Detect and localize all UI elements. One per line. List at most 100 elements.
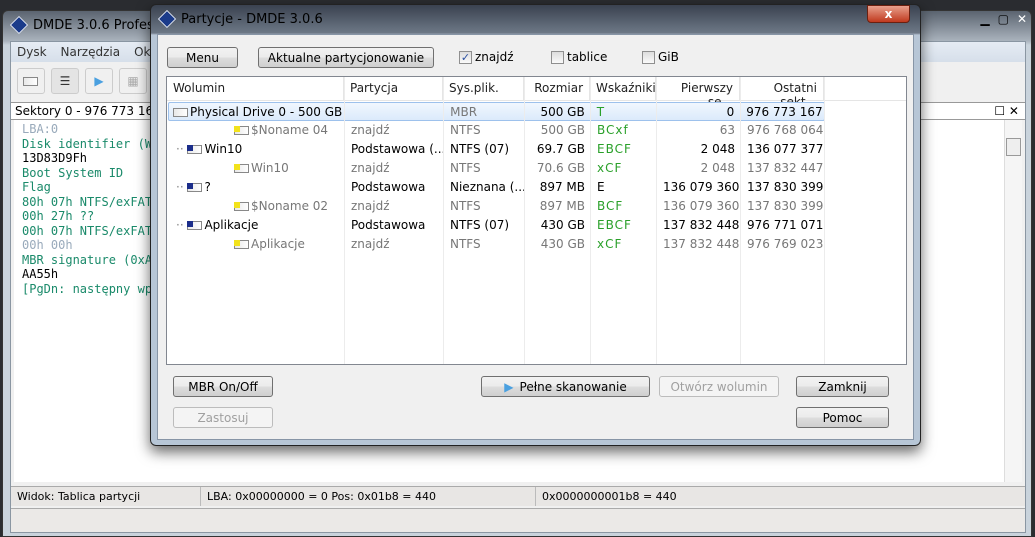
cell-flags: xCF: [597, 237, 623, 251]
cell-flags: EBCF: [597, 218, 632, 232]
volume-icon: [187, 183, 203, 192]
volume-name: Win10: [204, 142, 243, 156]
tree-line: ··: [176, 142, 188, 156]
dmde-app-icon: [157, 9, 177, 29]
open-volume-button[interactable]: Otwórz wolumin: [659, 376, 779, 397]
checkbox-box[interactable]: [642, 50, 655, 64]
menu-narzedzia[interactable]: Narzędzia: [61, 45, 121, 59]
maximize-button[interactable]: ▢: [998, 12, 1009, 26]
volume-name: $Noname 04: [251, 123, 329, 137]
dialog-close-button[interactable]: x: [867, 5, 910, 23]
checkbox-znajdz[interactable]: ✓ znajdź: [459, 50, 514, 64]
cell-name: Win10: [168, 159, 345, 178]
cell-first: 136 079 360: [663, 199, 740, 213]
volume-name: $Noname 02: [251, 199, 329, 213]
cell-size: 897 MB: [539, 180, 585, 194]
cell-part: znajdź: [351, 237, 390, 251]
cell-last: 137 830 399: [747, 180, 824, 194]
cell-last: 137 830 399: [747, 199, 824, 213]
new-document-icon[interactable]: ▦: [119, 68, 147, 94]
table-row[interactable]: $Noname 02 znajdź NTFS 897 MB BCF 136 079 360…: [168, 197, 825, 216]
menu-dysk[interactable]: Dysk: [17, 45, 47, 59]
checkbox-gib[interactable]: GiB: [642, 50, 679, 64]
dialog-title-bar: Partycje - DMDE 3.0.6: [157, 9, 323, 29]
cell-name: ·· Win10: [168, 140, 345, 159]
cell-fs: NTFS: [450, 237, 481, 251]
volume-name: Aplikacje: [204, 218, 259, 232]
cell-name: Aplikacje: [168, 235, 345, 254]
checkbox-label: znajdź: [475, 50, 514, 64]
checkbox-label: GiB: [658, 50, 679, 64]
cell-flags: BCF: [597, 199, 624, 213]
volume-icon: [234, 202, 249, 211]
partition-list[interactable]: Wolumin Partycja Sys.plik. Rozmiar Wskaźniki…: [166, 76, 907, 365]
table-row[interactable]: ·· Win10 Podstawowa (... NTFS (07) 69.7 GB E…: [168, 140, 825, 159]
cell-first: 137 832 448: [663, 218, 740, 232]
cell-flags: E: [597, 180, 606, 194]
checkbox-box[interactable]: ✓: [459, 50, 472, 64]
volume-name: Aplikacje: [251, 237, 305, 251]
cell-fs: NTFS: [450, 199, 481, 213]
apply-button[interactable]: Zastosuj: [173, 407, 273, 428]
column-header[interactable]: Rozmiar: [524, 77, 590, 100]
vertical-scrollbar[interactable]: [1004, 120, 1022, 482]
help-button[interactable]: Pomoc: [796, 407, 889, 428]
cell-last: 976 768 064: [747, 123, 824, 137]
table-row[interactable]: Physical Drive 0 - 500 GB - ... MBR 500 GB…: [168, 102, 825, 121]
full-scan-button[interactable]: ▶ Pełne skanowanie: [481, 376, 650, 397]
cell-flags: xCF: [597, 161, 623, 175]
cell-fs: NTFS: [450, 161, 481, 175]
status-offset: 0x0000000001b8 = 440: [542, 490, 677, 503]
current-partitioning-button[interactable]: Aktualne partycjonowanie: [258, 47, 434, 68]
cell-flags: EBCF: [597, 142, 632, 156]
column-header[interactable]: Pierwszy se...: [656, 77, 740, 109]
checkbox-box[interactable]: [551, 50, 564, 64]
column-divider: [656, 77, 657, 364]
cell-last: 976 771 071: [747, 218, 824, 232]
cell-part: znajdź: [351, 161, 390, 175]
cell-first: 136 079 360: [663, 180, 740, 194]
column-divider: [524, 77, 525, 364]
pane-controls-icon[interactable]: ☐ ✕: [994, 104, 1019, 118]
minimize-button[interactable]: ▁: [980, 12, 989, 26]
table-row[interactable]: Win10 znajdź NTFS 70.6 GB xCF 2 048 137 832 44…: [168, 159, 825, 178]
volume-icon: [187, 221, 203, 230]
column-header[interactable]: Wolumin: [167, 77, 344, 100]
cell-size: 500 GB: [540, 105, 585, 119]
column-header[interactable]: Partycja: [344, 77, 443, 100]
partitions-icon[interactable]: ☰: [51, 68, 79, 94]
scroll-thumb[interactable]: [1006, 138, 1021, 156]
cell-size: 69.7 GB: [536, 142, 585, 156]
volume-name: ?: [204, 180, 211, 194]
cell-first: 137 832 448: [663, 237, 740, 251]
volume-icon: [234, 126, 249, 135]
close-dialog-button[interactable]: Zamknij: [796, 376, 889, 397]
cell-name: ·· ?: [168, 178, 345, 197]
menu-button[interactable]: Menu: [167, 47, 238, 68]
volume-icon: [234, 164, 249, 173]
table-row[interactable]: ·· ? Podstawowa Nieznana (... 897 MB E 136 07…: [168, 178, 825, 197]
volume-name: Physical Drive 0 - 500 GB - ...: [190, 105, 345, 119]
column-header[interactable]: Wskaźniki: [590, 77, 656, 100]
column-divider: [824, 77, 825, 364]
close-button[interactable]: ✕: [1017, 12, 1027, 26]
checkbox-tablice[interactable]: tablice: [551, 50, 607, 64]
column-header[interactable]: Ostatni sekt...: [740, 77, 824, 109]
table-row[interactable]: Aplikacje znajdź NTFS 430 GB xCF 137 832 448 9…: [168, 235, 825, 254]
cell-fs: Nieznana (...: [450, 180, 525, 194]
cell-size: 430 GB: [540, 218, 585, 232]
cell-fs: NTFS (07): [450, 218, 510, 232]
cell-part: Podstawowa: [351, 218, 426, 232]
cell-fs: NTFS (07): [450, 142, 510, 156]
table-row[interactable]: ·· Aplikacje Podstawowa NTFS (07) 430 GB EBC…: [168, 216, 825, 235]
play-icon[interactable]: ▶: [85, 68, 113, 94]
cell-size: 897 MB: [539, 199, 585, 213]
window-controls: ▁ ▢ ✕: [980, 12, 1027, 26]
mbr-onoff-button[interactable]: MBR On/Off: [173, 376, 273, 397]
cell-size: 70.6 GB: [536, 161, 585, 175]
disk-icon[interactable]: [17, 68, 45, 94]
column-header[interactable]: Sys.plik.: [443, 77, 524, 100]
table-row[interactable]: $Noname 04 znajdź NTFS 500 GB BCxf 63 976 768 …: [168, 121, 825, 140]
status-view: Widok: Tablica partycji: [11, 487, 201, 506]
cell-part: [345, 103, 444, 120]
